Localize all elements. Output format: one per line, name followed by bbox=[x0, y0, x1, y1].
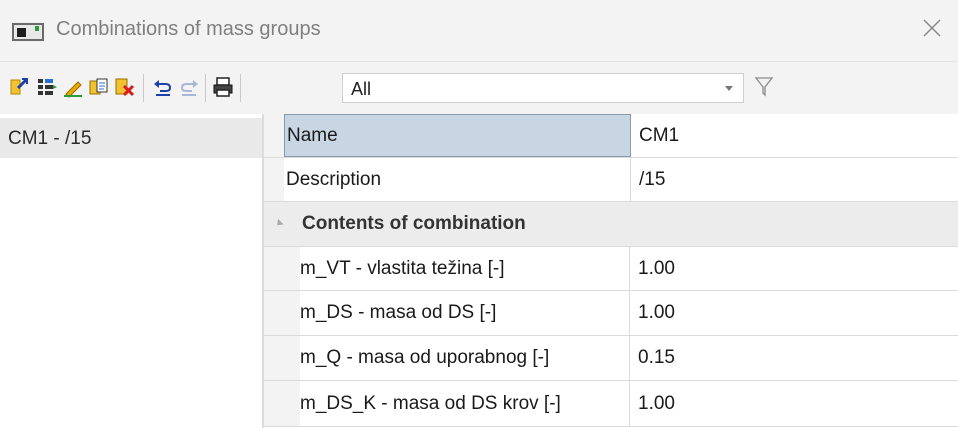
section-header-contents[interactable]: Contents of combination bbox=[264, 202, 958, 247]
section-label: Contents of combination bbox=[302, 213, 526, 234]
list-item-label: CM1 - /15 bbox=[8, 128, 92, 149]
delete-icon[interactable] bbox=[114, 76, 136, 98]
toolbar: All bbox=[0, 62, 958, 114]
property-value: 1.00 bbox=[638, 257, 675, 279]
property-row[interactable]: m_VT - vlastita težina [-] 1.00 bbox=[264, 247, 958, 291]
property-value: 0.15 bbox=[638, 347, 675, 368]
property-grid: Name CM1 Description /15 Contents of com… bbox=[264, 114, 958, 428]
property-label-cell: Description bbox=[284, 158, 631, 201]
property-label: Description bbox=[286, 168, 382, 190]
filter-selected-value: All bbox=[351, 79, 372, 99]
undo-icon[interactable] bbox=[152, 76, 174, 98]
title-bar: Combinations of mass groups bbox=[0, 0, 958, 62]
property-label-cell: m_Q - masa od uporabnog [-] bbox=[300, 336, 630, 380]
app-window-icon bbox=[12, 23, 44, 41]
new-icon[interactable] bbox=[8, 76, 30, 98]
window-title: Combinations of mass groups bbox=[56, 18, 321, 40]
description-value: /15 bbox=[639, 168, 666, 190]
toolbar-separator bbox=[205, 74, 206, 102]
combinations-list: CM1 - /15 bbox=[0, 114, 262, 428]
toolbar-separator bbox=[143, 74, 144, 102]
property-value-cell[interactable]: 0.15 bbox=[630, 336, 958, 380]
property-value-cell[interactable]: 1.00 bbox=[630, 381, 958, 426]
print-icon[interactable] bbox=[212, 76, 234, 98]
property-value-cell[interactable]: /15 bbox=[632, 158, 958, 201]
property-label: m_Q - masa od uporabnog [-] bbox=[300, 347, 550, 368]
property-label-cell: Name bbox=[284, 114, 631, 157]
property-value: 1.00 bbox=[638, 302, 675, 323]
property-value-cell[interactable]: CM1 bbox=[632, 114, 958, 157]
property-label: m_DS - masa od DS [-] bbox=[300, 302, 497, 323]
property-label-cell: m_VT - vlastita težina [-] bbox=[300, 247, 630, 290]
property-value: 1.00 bbox=[638, 392, 675, 414]
edit-icon[interactable] bbox=[62, 76, 84, 98]
list-item[interactable]: CM1 - /15 bbox=[0, 118, 262, 158]
name-value: CM1 bbox=[639, 124, 680, 146]
property-label: m_DS_K - masa od DS krov [-] bbox=[300, 392, 561, 414]
insert-icon[interactable] bbox=[36, 76, 58, 98]
property-label-cell: m_DS - masa od DS [-] bbox=[300, 291, 630, 335]
property-row[interactable]: m_DS_K - masa od DS krov [-] 1.00 bbox=[264, 381, 958, 427]
property-value-cell[interactable]: 1.00 bbox=[630, 291, 958, 335]
copy-icon[interactable] bbox=[88, 76, 110, 98]
property-label-cell: m_DS_K - masa od DS krov [-] bbox=[300, 381, 630, 426]
filter-icon[interactable] bbox=[754, 76, 774, 98]
property-row-description[interactable]: Description /15 bbox=[264, 158, 958, 202]
collapse-triangle-icon[interactable] bbox=[274, 218, 284, 229]
filter-dropdown[interactable]: All bbox=[342, 73, 744, 103]
property-row[interactable]: m_Q - masa od uporabnog [-] 0.15 bbox=[264, 336, 958, 381]
close-icon[interactable] bbox=[920, 16, 944, 40]
property-row-name[interactable]: Name CM1 bbox=[264, 114, 958, 158]
redo-icon[interactable] bbox=[178, 76, 200, 98]
property-label: Name bbox=[287, 124, 338, 146]
property-row[interactable]: m_DS - masa od DS [-] 1.00 bbox=[264, 291, 958, 336]
property-label: m_VT - vlastita težina [-] bbox=[300, 257, 505, 279]
chevron-down-icon bbox=[725, 86, 733, 91]
toolbar-separator bbox=[240, 74, 241, 102]
property-value-cell[interactable]: 1.00 bbox=[630, 247, 958, 290]
